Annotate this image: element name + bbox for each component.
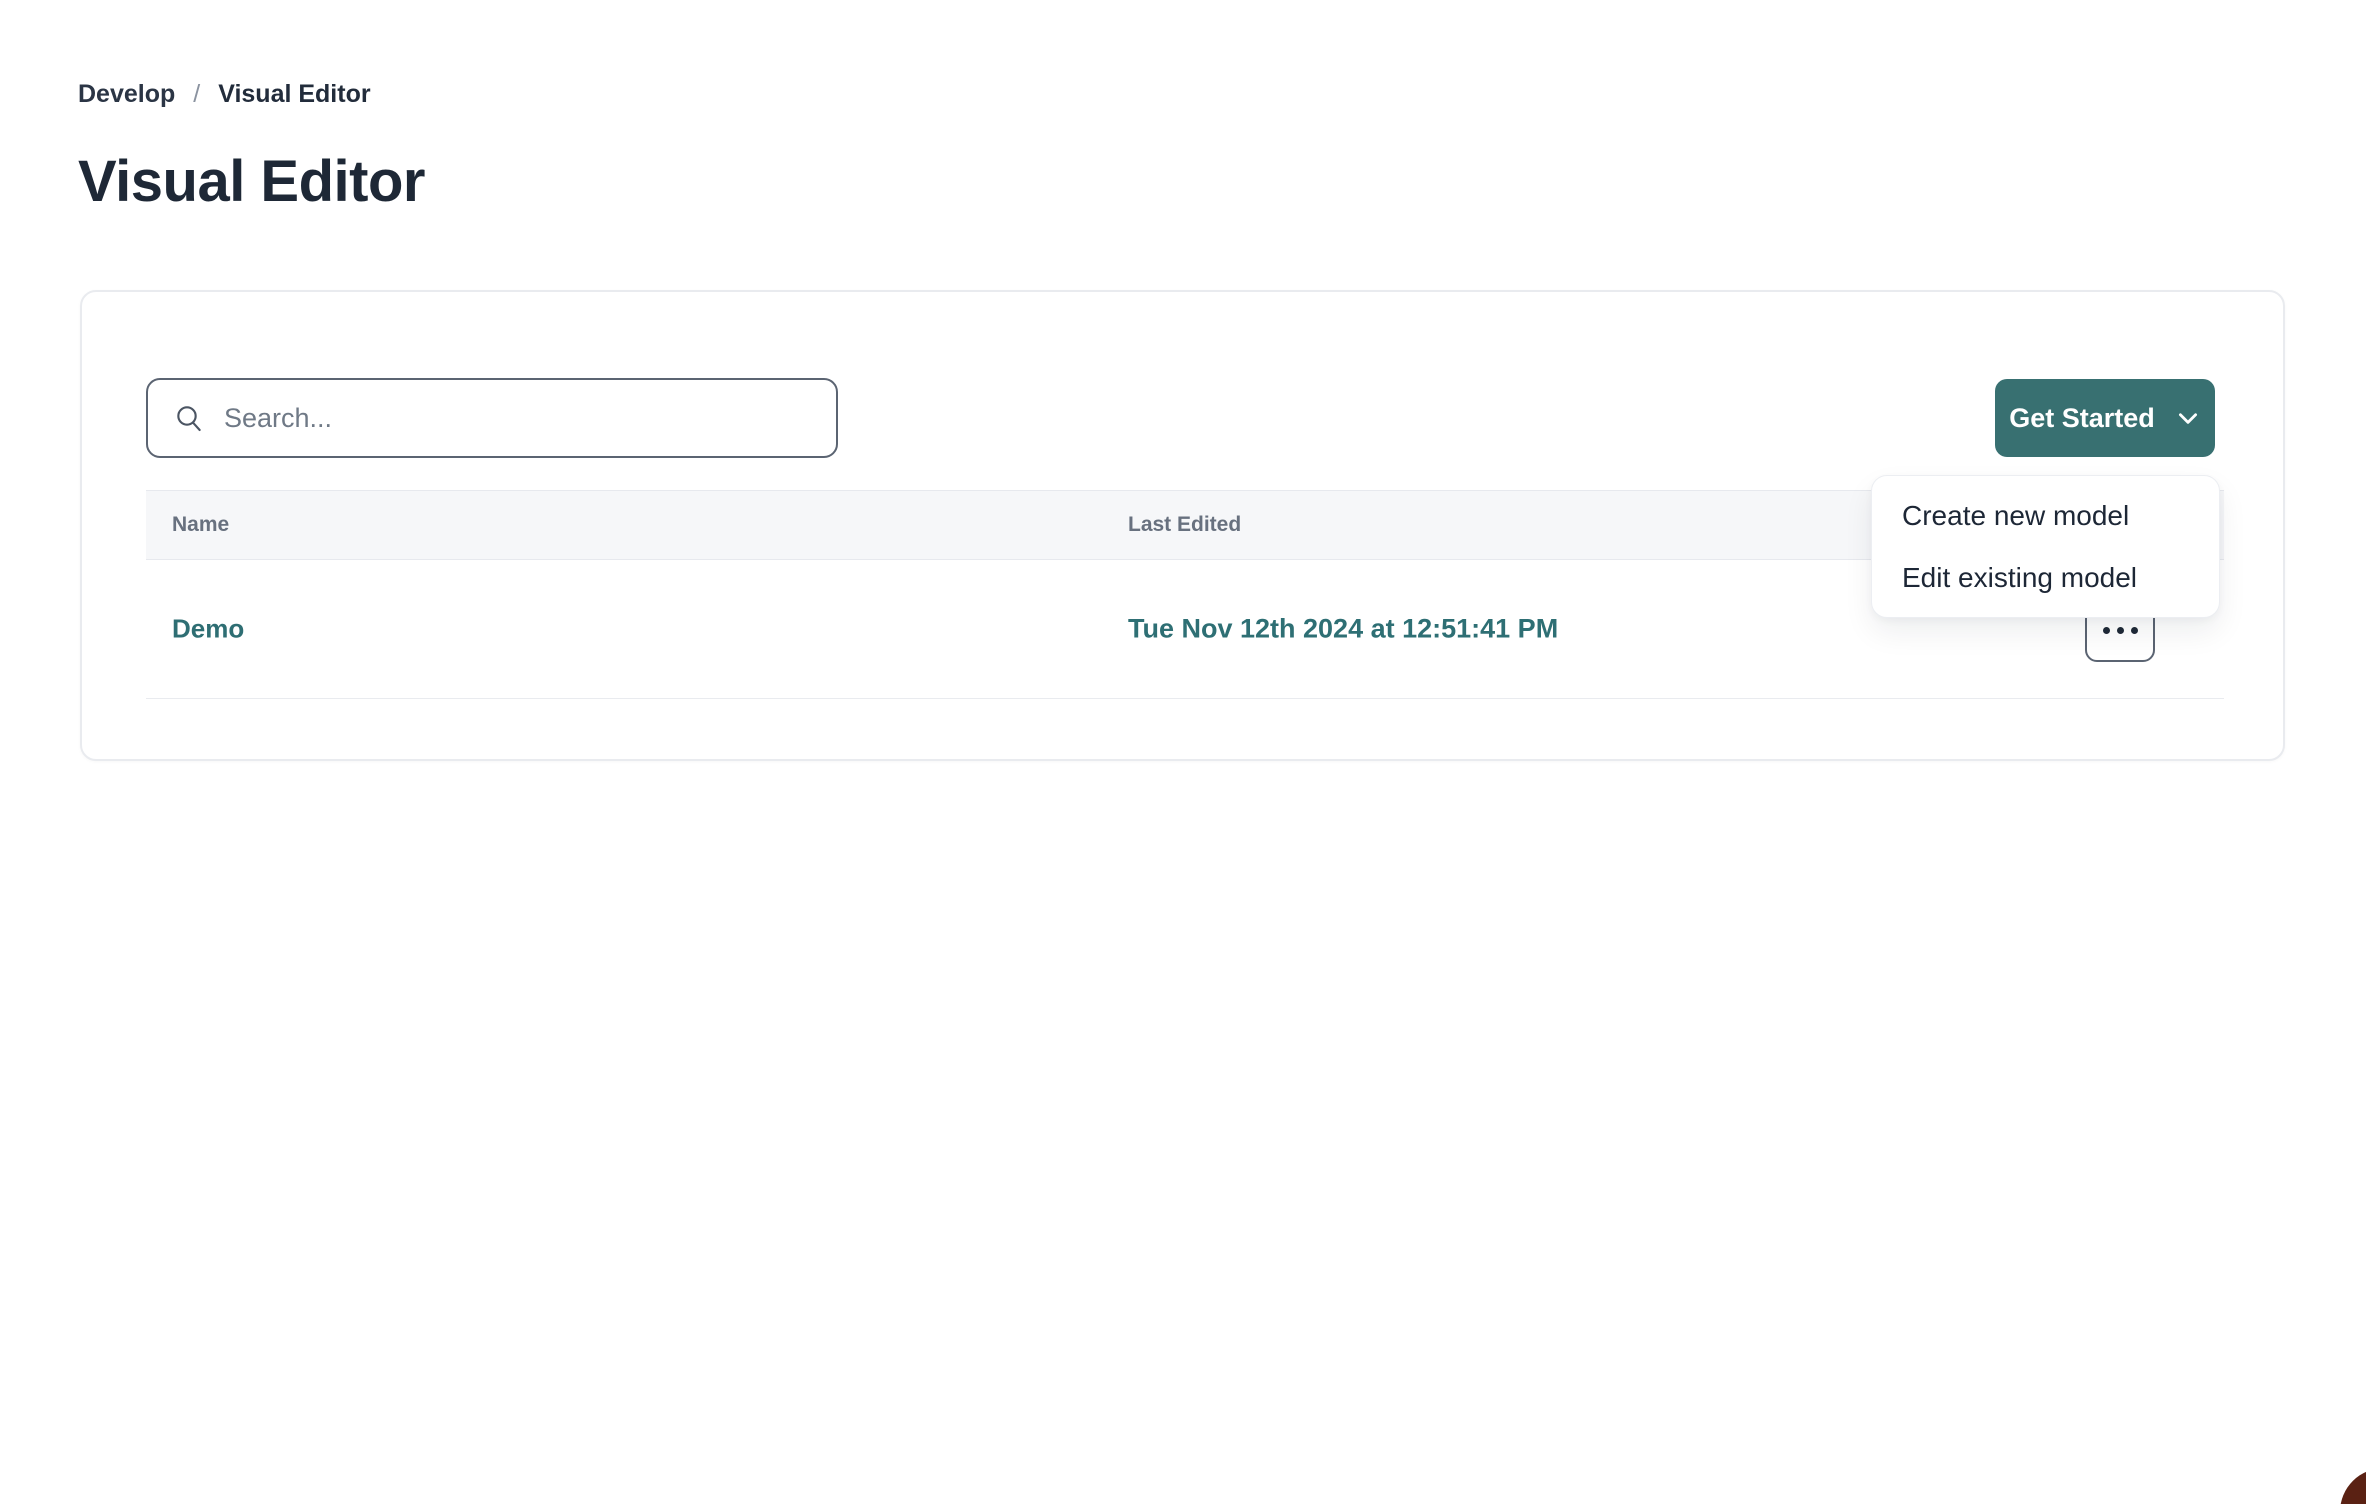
model-name-link[interactable]: Demo bbox=[172, 614, 244, 645]
model-last-edited: Tue Nov 12th 2024 at 12:51:41 PM bbox=[1128, 614, 1558, 645]
ellipsis-icon bbox=[2103, 627, 2138, 634]
search-input[interactable] bbox=[224, 403, 816, 434]
column-header-last-edited: Last Edited bbox=[1128, 513, 1241, 537]
chevron-down-icon bbox=[2175, 405, 2201, 431]
breadcrumb-develop[interactable]: Develop bbox=[78, 80, 175, 109]
get-started-label: Get Started bbox=[2009, 403, 2155, 434]
page-title: Visual Editor bbox=[78, 148, 425, 215]
get-started-button[interactable]: Get Started bbox=[1995, 379, 2215, 457]
menu-item-edit-existing-model[interactable]: Edit existing model bbox=[1872, 547, 2219, 609]
search-icon bbox=[172, 401, 206, 435]
corner-artifact bbox=[2340, 1468, 2366, 1504]
breadcrumb: Develop / Visual Editor bbox=[78, 80, 371, 109]
search-box[interactable] bbox=[146, 378, 838, 458]
get-started-dropdown: Create new model Edit existing model bbox=[1871, 475, 2220, 618]
menu-item-create-new-model[interactable]: Create new model bbox=[1872, 485, 2219, 547]
breadcrumb-separator: / bbox=[193, 80, 200, 109]
column-header-name: Name bbox=[172, 513, 229, 537]
breadcrumb-visual-editor: Visual Editor bbox=[218, 80, 370, 109]
visual-editor-page: Develop / Visual Editor Visual Editor Ge… bbox=[0, 0, 2366, 1504]
